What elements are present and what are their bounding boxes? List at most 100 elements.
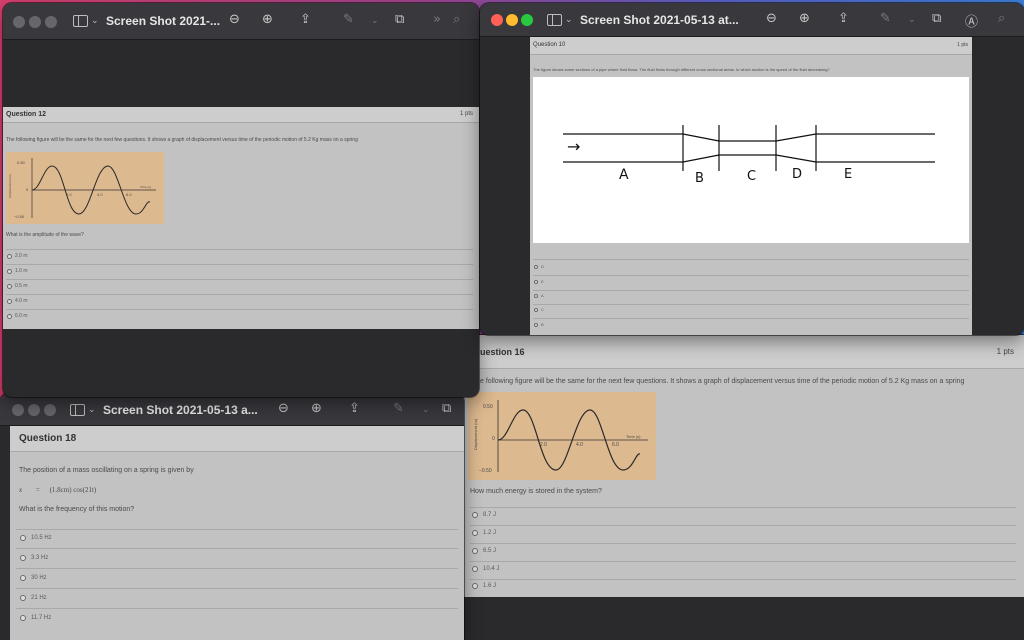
answer-option[interactable]: 21 Hz (20, 595, 47, 601)
answer-option[interactable]: 11.7 Hz (20, 615, 51, 621)
zoom-out-icon[interactable]: ⊖ (278, 401, 289, 416)
sidebar-icon[interactable] (73, 15, 88, 27)
points-label: 1 pts (459, 111, 473, 117)
y-axis-label: Displacement (m) (473, 418, 479, 451)
answer-option[interactable]: E (534, 279, 544, 284)
answer-option[interactable]: C (534, 307, 544, 312)
section-label: A (619, 167, 629, 183)
chevron-down-icon[interactable]: ⌄ (565, 15, 573, 25)
divider (16, 548, 458, 549)
share-icon[interactable]: ⇪ (838, 11, 849, 26)
answer-option[interactable]: 1.0 m (7, 268, 28, 274)
chevron-down-icon[interactable]: ⌄ (422, 405, 430, 415)
markup-icon[interactable]: ✎ (393, 401, 404, 416)
answer-option[interactable]: 1.6 J (472, 583, 496, 589)
question-prompt: e following figure will be the same for … (480, 378, 965, 385)
answer-option[interactable]: 3.3 Hz (20, 555, 48, 561)
answer-option[interactable]: 1.2 J (472, 530, 496, 536)
zoom-button[interactable] (521, 14, 533, 26)
search-icon[interactable]: ⌕ (453, 12, 460, 27)
accessibility-icon[interactable]: Ⓐ (965, 11, 978, 30)
chevron-down-icon[interactable]: ⌄ (371, 16, 379, 26)
radio-button[interactable] (7, 268, 12, 274)
question-title: Question 18 (19, 433, 77, 444)
close-button[interactable] (13, 16, 25, 28)
answer-option[interactable]: 0.5 m (7, 283, 28, 289)
answer-option[interactable]: 2.0 m (7, 253, 28, 259)
question-header: Question 12 1 pts (3, 107, 479, 123)
zoom-button[interactable] (44, 404, 56, 416)
radio-button[interactable] (7, 253, 12, 259)
divider (6, 279, 473, 280)
radio-button[interactable] (472, 530, 478, 536)
answer-option[interactable]: B (534, 322, 544, 327)
minimize-button[interactable] (28, 404, 40, 416)
radio-button[interactable] (20, 615, 26, 621)
option-label: 2.0 m (15, 253, 28, 259)
x-tick-label: 2.0 (66, 192, 72, 197)
option-label: 1.0 m (15, 268, 28, 274)
radio-button[interactable] (534, 279, 538, 284)
window-titlebar: ⌄ Screen Shot 2021-05-13 a... ⊖ ⊕ ⇪ ✎ ⌄ … (0, 393, 464, 426)
markup-icon[interactable]: ✎ (343, 12, 354, 27)
sidebar-icon[interactable] (70, 404, 85, 416)
rotate-icon[interactable]: ⧉ (932, 11, 941, 26)
radio-button[interactable] (7, 313, 12, 319)
chevron-down-icon[interactable]: ⌄ (91, 16, 99, 26)
radio-button[interactable] (472, 512, 478, 518)
radio-button[interactable] (472, 548, 478, 554)
minimize-button[interactable] (506, 14, 518, 26)
radio-button[interactable] (534, 307, 538, 312)
radio-button[interactable] (534, 322, 538, 327)
answer-option[interactable]: 4.0 m (7, 298, 28, 304)
share-icon[interactable]: ⇪ (349, 401, 360, 416)
close-button[interactable] (491, 14, 503, 26)
pipe-figure-svg (563, 125, 935, 171)
radio-button[interactable] (20, 555, 26, 561)
zoom-out-icon[interactable]: ⊖ (229, 12, 240, 27)
radio-button[interactable] (7, 298, 12, 304)
zoom-button[interactable] (45, 16, 57, 28)
radio-button[interactable] (20, 575, 26, 581)
radio-button[interactable] (20, 535, 26, 541)
answer-option[interactable]: 6.0 m (7, 313, 28, 319)
answer-option[interactable]: 10.5 Hz (20, 535, 52, 541)
chevron-down-icon[interactable]: ⌄ (908, 15, 916, 25)
answer-option[interactable]: 10.4 J (472, 566, 499, 572)
answer-option[interactable]: A (534, 293, 544, 298)
radio-button[interactable] (472, 566, 478, 572)
markup-icon[interactable]: ✎ (880, 11, 891, 26)
zoom-out-icon[interactable]: ⊖ (766, 11, 777, 26)
option-label: B (541, 322, 544, 327)
search-icon[interactable]: ⌕ (998, 11, 1005, 26)
zoom-in-icon[interactable]: ⊕ (311, 401, 322, 416)
radio-button[interactable] (534, 293, 538, 298)
close-button[interactable] (12, 404, 24, 416)
answer-option[interactable]: 6.5 J (472, 548, 496, 554)
divider (6, 249, 473, 250)
share-icon[interactable]: ⇪ (300, 12, 311, 27)
answer-option[interactable]: 30 Hz (20, 575, 47, 581)
question-title: uestion 16 (480, 347, 525, 357)
divider (470, 579, 1016, 580)
question-header: Question 18 (10, 426, 464, 452)
divider (6, 264, 473, 265)
radio-button[interactable] (20, 595, 26, 601)
chevron-down-icon[interactable]: ⌄ (88, 405, 96, 415)
rotate-icon[interactable]: ⧉ (442, 401, 451, 416)
zoom-in-icon[interactable]: ⊕ (262, 12, 273, 27)
rotate-icon[interactable]: ⧉ (395, 12, 404, 27)
minimize-button[interactable] (29, 16, 41, 28)
sidebar-icon[interactable] (547, 14, 562, 26)
zoom-in-icon[interactable]: ⊕ (799, 11, 810, 26)
document-page: uestion 16 1 pts e following figure will… (462, 335, 1024, 597)
radio-button[interactable] (472, 583, 478, 589)
more-icon[interactable]: » (433, 12, 441, 27)
radio-button[interactable] (7, 283, 12, 289)
answer-option[interactable]: D (534, 264, 544, 269)
radio-button[interactable] (534, 264, 538, 269)
x-tick-label: 6.0 (612, 442, 619, 448)
answer-option[interactable]: 8.7 J (472, 512, 496, 518)
option-label: D (541, 264, 544, 269)
y-zero-label: 0 (492, 436, 495, 442)
